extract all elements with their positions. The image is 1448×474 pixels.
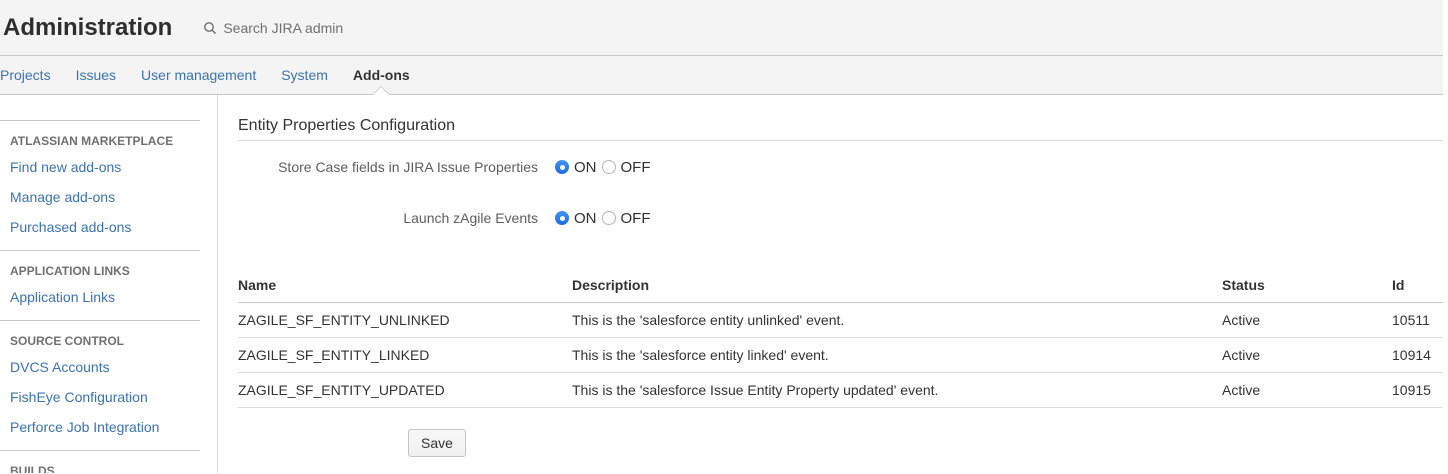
sidebar-link-manage-add-ons[interactable]: Manage add-ons [0, 182, 200, 212]
cell-description: This is the 'salesforce entity unlinked'… [572, 303, 1222, 338]
section-heading: Entity Properties Configuration [238, 117, 1443, 141]
search-icon [203, 21, 223, 35]
sidebar-link-purchased-add-ons[interactable]: Purchased add-ons [0, 212, 200, 242]
off-radio[interactable] [602, 211, 616, 225]
sidebar-section-title: BUILDS [0, 464, 200, 473]
on-radio[interactable] [555, 160, 569, 174]
cell-name: ZAGILE_SF_ENTITY_UPDATED [238, 373, 572, 408]
form-row-store-case-fields-in-jira-issue-properties: Store Case fields in JIRA Issue Properti… [238, 157, 1443, 177]
cell-description: This is the 'salesforce Issue Entity Pro… [572, 373, 1222, 408]
sidebar-section-title: SOURCE CONTROL [0, 334, 200, 348]
cell-status: Active [1222, 338, 1392, 373]
events-table: NameDescriptionStatusId ZAGILE_SF_ENTITY… [238, 270, 1443, 408]
nav-tab-user-management[interactable]: User management [141, 56, 256, 94]
off-radio-label: OFF [621, 210, 651, 227]
table-row: ZAGILE_SF_ENTITY_UPDATEDThis is the 'sal… [238, 373, 1443, 408]
sidebar-link-application-links[interactable]: Application Links [0, 282, 200, 312]
sidebar-section-title: ATLASSIAN MARKETPLACE [0, 134, 200, 148]
off-radio[interactable] [602, 160, 616, 174]
column-header-name: Name [238, 270, 572, 303]
cell-name: ZAGILE_SF_ENTITY_LINKED [238, 338, 572, 373]
cell-description: This is the 'salesforce entity linked' e… [572, 338, 1222, 373]
nav-tab-projects[interactable]: Projects [0, 56, 51, 94]
table-header-row: NameDescriptionStatusId [238, 270, 1443, 303]
admin-search-box [203, 20, 393, 36]
search-input[interactable] [223, 20, 393, 36]
cell-id: 10914 [1392, 338, 1443, 373]
sidebar-section-builds: BUILDS [0, 450, 200, 473]
column-header-status: Status [1222, 270, 1392, 303]
page-title: Administration [3, 14, 172, 42]
field-label: Launch zAgile Events [238, 210, 538, 226]
field-label: Store Case fields in JIRA Issue Properti… [238, 159, 538, 175]
sidebar-link-dvcs-accounts[interactable]: DVCS Accounts [0, 352, 200, 382]
main-content: Entity Properties Configuration Store Ca… [218, 95, 1448, 473]
column-header-description: Description [572, 270, 1222, 303]
sidebar-link-fisheye-configuration[interactable]: FishEye Configuration [0, 382, 200, 412]
sidebar-section-application-links: APPLICATION LINKS Application Links [0, 250, 200, 320]
admin-nav: Projects Issues User management System Add-o… [0, 56, 1448, 95]
sidebar: ATLASSIAN MARKETPLACE Find new add-onsMan… [0, 95, 218, 473]
on-off-radio-group: ON OFF [555, 159, 656, 176]
sidebar-section-source-control: SOURCE CONTROL DVCS AccountsFishEye Confi… [0, 320, 200, 450]
scrollbar[interactable] [1443, 0, 1448, 474]
sidebar-link-find-new-add-ons[interactable]: Find new add-ons [0, 152, 200, 182]
table-row: ZAGILE_SF_ENTITY_UNLINKEDThis is the 'sa… [238, 303, 1443, 338]
cell-name: ZAGILE_SF_ENTITY_UNLINKED [238, 303, 572, 338]
config-form: Store Case fields in JIRA Issue Properti… [238, 157, 1443, 228]
cell-id: 10511 [1392, 303, 1443, 338]
cell-status: Active [1222, 303, 1392, 338]
nav-tab-system[interactable]: System [281, 56, 328, 94]
on-radio-label: ON [574, 159, 597, 176]
off-radio-label: OFF [621, 159, 651, 176]
form-row-launch-zagile-events: Launch zAgile Events ON OFF [238, 208, 1443, 228]
on-off-radio-group: ON OFF [555, 210, 656, 227]
column-header-id: Id [1392, 270, 1443, 303]
on-radio[interactable] [555, 211, 569, 225]
nav-tab-add-ons[interactable]: Add-ons [353, 56, 410, 94]
cell-id: 10915 [1392, 373, 1443, 408]
sidebar-link-perforce-job-integration[interactable]: Perforce Job Integration [0, 412, 200, 442]
sidebar-section-atlassian-marketplace: ATLASSIAN MARKETPLACE Find new add-onsMan… [0, 120, 200, 250]
save-button[interactable]: Save [408, 429, 466, 457]
cell-status: Active [1222, 373, 1392, 408]
on-radio-label: ON [574, 210, 597, 227]
nav-tab-issues[interactable]: Issues [76, 56, 116, 94]
sidebar-section-title: APPLICATION LINKS [0, 264, 200, 278]
admin-header: Administration [0, 0, 1448, 56]
table-row: ZAGILE_SF_ENTITY_LINKEDThis is the 'sale… [238, 338, 1443, 373]
